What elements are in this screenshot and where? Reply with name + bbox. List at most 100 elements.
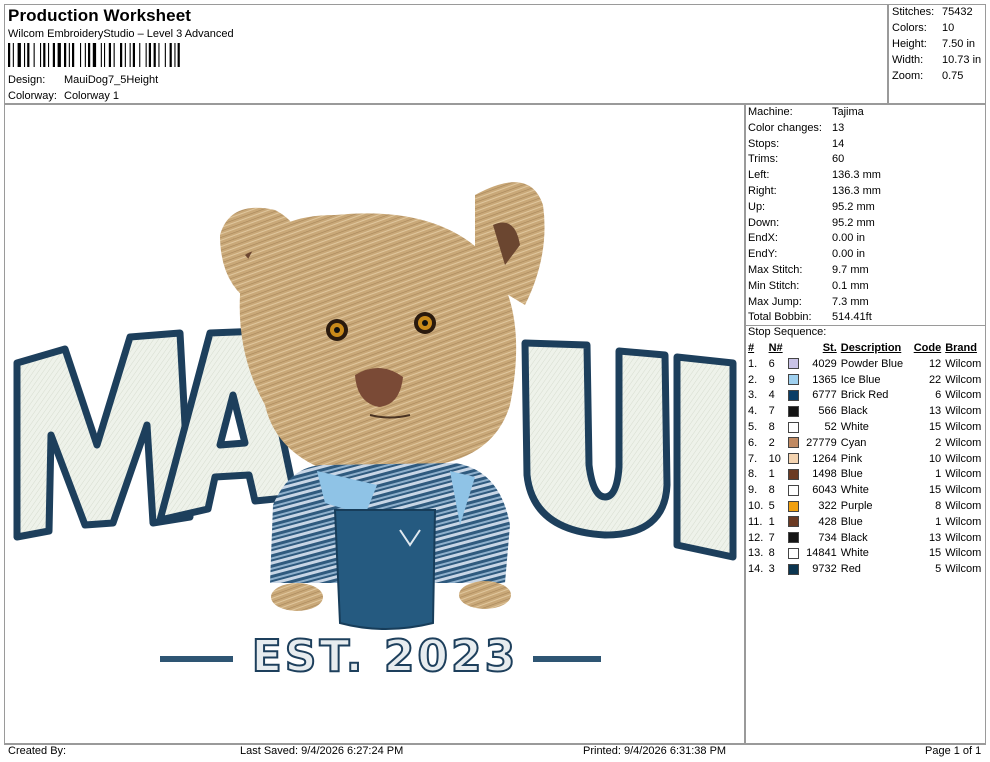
row-code: 1	[935, 468, 942, 481]
row-stitches: 1264	[812, 452, 837, 465]
machine-info-label: Max Jump:	[748, 295, 802, 308]
machine-info-value: 9.7 mm	[832, 264, 869, 276]
row-stitches: 322	[818, 500, 837, 513]
last-saved: Last Saved: 9/4/2026 6:27:24 PM	[240, 745, 404, 757]
row-description: Brick Red	[840, 389, 889, 402]
col-index: #	[748, 342, 755, 354]
machine-info-label: Stops:	[748, 137, 780, 150]
row-swatch	[786, 546, 802, 562]
color-swatch	[787, 405, 799, 417]
row-swatch	[786, 467, 802, 483]
row-description: Cyan	[840, 436, 867, 449]
machine-info-value: 0.1 mm	[832, 279, 869, 292]
stat-label: Height:	[892, 38, 927, 50]
table-row: 2. 9 1365 Ice Blue 22 Wilcom	[746, 372, 986, 388]
machine-info-label: Machine:	[748, 106, 793, 118]
stat-value: 0.75	[942, 70, 964, 82]
row-needle: 3	[768, 563, 775, 576]
row-description: Ice Blue	[840, 373, 881, 386]
row-swatch	[786, 372, 802, 388]
row-needle: 9	[768, 373, 775, 386]
color-swatch	[787, 374, 799, 386]
colorway-value: Colorway 1	[64, 90, 120, 102]
stop-sequence-heading: Stop Sequence:	[748, 326, 827, 338]
row-needle: 10	[768, 452, 781, 465]
machine-info-value: 95.2 mm	[832, 216, 875, 229]
row-index: 13.	[748, 547, 764, 560]
table-row: 11. 1 428 Blue 1 Wilcom	[746, 514, 986, 530]
row-stitches: 428	[818, 515, 837, 528]
machine-info-value: 136.3 mm	[832, 169, 881, 182]
row-code: 6	[935, 389, 942, 402]
row-needle: 7	[768, 531, 775, 544]
printed-date: Printed: 9/4/2026 6:31:38 PM	[583, 745, 727, 757]
color-swatch	[787, 469, 799, 481]
row-stitches: 27779	[806, 436, 837, 449]
row-description: Blue	[840, 515, 863, 528]
row-index: 5.	[748, 421, 758, 434]
col-brand: Brand	[945, 342, 977, 354]
row-brand: Wilcom	[945, 547, 982, 560]
row-brand: Wilcom	[945, 468, 982, 481]
machine-info-label: Total Bobbin:	[748, 311, 812, 324]
color-swatch	[787, 563, 799, 575]
stat-value: 10.73 in	[942, 54, 982, 66]
row-brand: Wilcom	[945, 373, 982, 386]
row-code: 13	[928, 531, 942, 544]
col-stitches: St.	[822, 342, 837, 354]
row-code: 15	[928, 547, 942, 560]
row-needle: 8	[768, 484, 775, 497]
row-swatch	[786, 561, 802, 577]
machine-info-label: Color changes:	[748, 121, 822, 134]
machine-info-label: Down:	[748, 216, 780, 229]
row-description: Blue	[840, 468, 863, 481]
table-row: 13. 8 14841 White 15 Wilcom	[746, 546, 986, 562]
table-row: 12. 7 734 Black 13 Wilcom	[746, 530, 986, 546]
machine-info-label: EndX:	[748, 232, 778, 245]
row-swatch	[786, 356, 802, 372]
stat-label: Width:	[892, 54, 924, 66]
machine-info-value: 13	[832, 121, 845, 134]
row-swatch	[786, 514, 802, 530]
machine-info-label: Trims:	[748, 153, 779, 166]
est-text: EST. 2023	[251, 630, 519, 683]
color-swatch	[787, 437, 799, 449]
row-index: 6.	[748, 436, 758, 449]
row-stitches: 6777	[812, 389, 837, 402]
colorway-label: Colorway:	[8, 90, 57, 102]
machine-info-label: Left:	[748, 169, 770, 182]
row-code: 15	[928, 421, 942, 434]
table-row: 1. 6 4029 Powder Blue 12 Wilcom	[746, 356, 986, 372]
machine-info-label: Min Stitch:	[748, 279, 800, 292]
machine-info-value: 136.3 mm	[832, 185, 881, 197]
row-code: 1	[935, 515, 942, 528]
machine-info-value: 95.2 mm	[832, 200, 875, 213]
row-description: White	[840, 484, 869, 497]
row-stitches: 6043	[812, 484, 837, 497]
row-swatch	[786, 482, 802, 498]
color-swatch	[787, 358, 799, 370]
row-needle: 1	[768, 515, 775, 528]
color-swatch	[787, 548, 799, 560]
stat-label: Zoom:	[892, 70, 924, 82]
design-preview: EST. 2023	[4, 104, 746, 744]
barcode	[8, 43, 180, 67]
row-description: Purple	[840, 500, 873, 513]
software-name: Wilcom EmbroideryStudio – Level 3 Advanc…	[8, 28, 234, 40]
row-brand: Wilcom	[945, 421, 982, 434]
machine-info-value: Tajima	[832, 106, 864, 118]
dog-illustration	[220, 182, 545, 630]
row-needle: 5	[768, 500, 775, 513]
row-index: 9.	[748, 484, 758, 497]
row-code: 5	[935, 563, 942, 576]
row-code: 13	[928, 405, 942, 418]
machine-info-value: 0.00 in	[832, 248, 866, 261]
machine-info-label: EndY:	[748, 248, 778, 261]
row-brand: Wilcom	[945, 563, 982, 576]
table-row: 10. 5 322 Purple 8 Wilcom	[746, 498, 986, 514]
row-needle: 7	[768, 405, 775, 418]
color-swatch	[787, 421, 799, 433]
stat-value: 10	[942, 22, 955, 34]
row-index: 11.	[748, 515, 763, 528]
table-row: 14. 3 9732 Red 5 Wilcom	[746, 561, 986, 577]
